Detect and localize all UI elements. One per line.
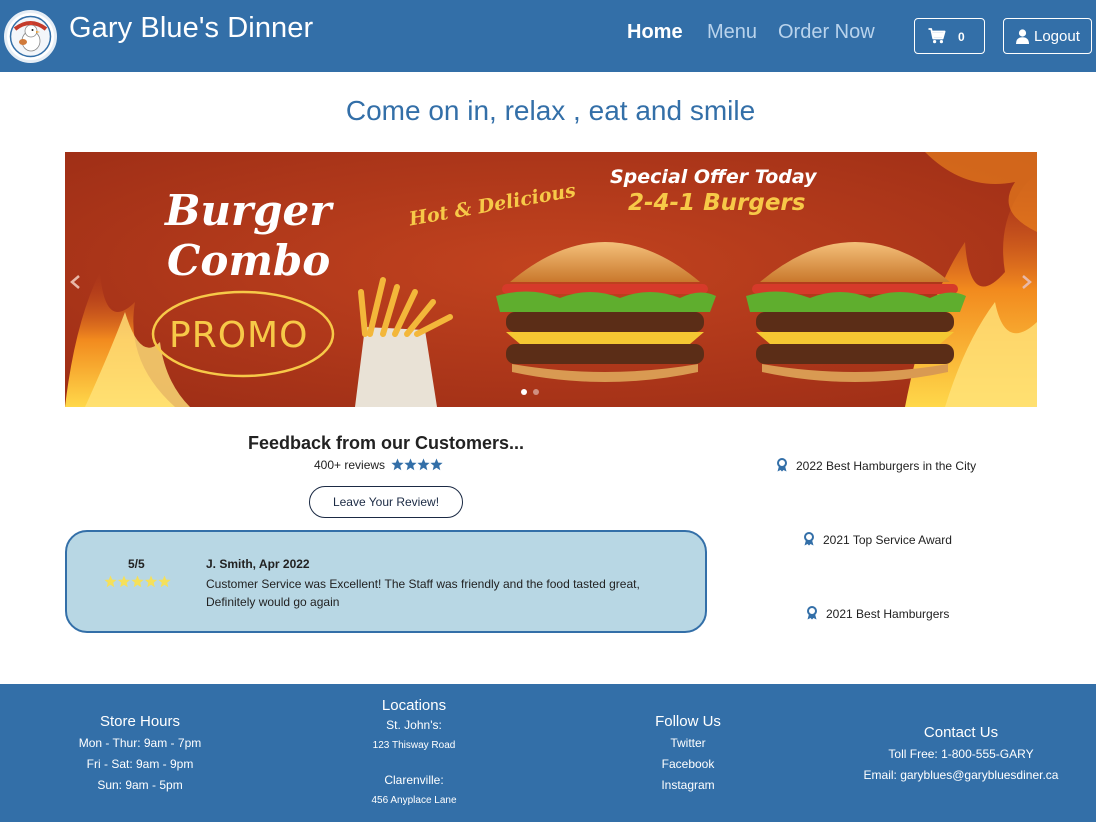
nav-order-now-link[interactable]: Order Now — [778, 21, 875, 44]
carousel-indicator-1[interactable] — [521, 389, 527, 395]
store-hours-line: Fri - Sat: 9am - 9pm — [86, 757, 194, 771]
location-address: 123 Thisway Road — [372, 740, 456, 751]
page-tagline: Come on in, relax , eat and smile — [345, 95, 756, 126]
twitter-link[interactable]: Twitter — [588, 735, 788, 751]
chevron-right-icon — [1022, 275, 1032, 289]
promo-carousel[interactable]: Burger Combo Hot & Delicious Special Off… — [65, 152, 1037, 407]
award-ribbon-icon — [804, 532, 814, 546]
award-label: 2022 Best Hamburgers in the City — [796, 459, 977, 473]
instagram-link[interactable]: Instagram — [588, 777, 788, 793]
review-count: 400+ reviews — [314, 458, 386, 472]
facebook-link[interactable]: Facebook — [588, 756, 788, 772]
cart-button[interactable]: 0 — [914, 18, 985, 54]
review-text: Customer Service was Excellent! The Staf… — [206, 577, 640, 609]
review-author: J. Smith, Apr 2022 — [206, 557, 310, 571]
chevron-left-icon — [70, 275, 80, 289]
brand-logo[interactable] — [4, 10, 57, 63]
leave-review-button[interactable]: Leave Your Review! — [309, 486, 463, 518]
slide-special-offer: Special Offer Today — [610, 166, 817, 188]
follow-us-heading: Follow Us — [655, 713, 721, 730]
award-label: 2021 Top Service Award — [823, 533, 952, 547]
logout-button[interactable]: Logout — [1003, 18, 1092, 54]
contact-email[interactable]: Email: garyblues@garybluesdiner.ca — [836, 767, 1086, 783]
award-ribbon-icon — [807, 606, 817, 620]
footer-locations: Locations St. John's: 123 Thisway Road C… — [314, 698, 514, 807]
review-stars — [104, 575, 172, 593]
carousel-next-button[interactable] — [1016, 272, 1036, 292]
star-rating-icon — [391, 458, 449, 471]
cart-count-badge: 0 — [958, 30, 965, 44]
logout-label: Logout — [1034, 28, 1080, 45]
navbar: Gary Blue's Dinner Home Menu Order Now 0… — [0, 0, 1096, 72]
shopping-cart-icon — [928, 28, 946, 44]
location-city: St. John's: — [386, 718, 442, 732]
brand-title[interactable]: Gary Blue's Dinner — [69, 12, 313, 45]
review-card: 5/5 J. Smith, Apr 2022 Customer Service … — [65, 530, 707, 633]
location-address: 456 Anyplace Lane — [371, 795, 457, 806]
location-city: Clarenville: — [384, 773, 444, 787]
slide-title-line-1: Burger — [165, 186, 332, 235]
average-rating-stars — [391, 458, 455, 476]
slide-promo: PROMO — [169, 315, 309, 356]
slide-deal: 2-4-1 Burgers — [628, 190, 806, 216]
leave-review-label: Leave Your Review! — [332, 495, 440, 509]
nav-menu-link[interactable]: Menu — [707, 21, 757, 44]
store-hours-line: Mon - Thur: 9am - 7pm — [78, 736, 202, 750]
award-label: 2021 Best Hamburgers — [826, 607, 950, 621]
review-score: 5/5 — [128, 557, 145, 571]
carousel-prev-button[interactable] — [66, 272, 86, 292]
store-hours-heading: Store Hours — [99, 713, 181, 730]
locations-heading: Locations — [381, 697, 447, 714]
footer: Store Hours Mon - Thur: 9am - 7pm Fri - … — [0, 684, 1096, 822]
award-ribbon-icon — [777, 458, 787, 472]
star-rating-icon — [104, 575, 171, 588]
footer-follow-us: Follow Us Twitter Facebook Instagram — [588, 714, 788, 793]
feedback-heading: Feedback from our Customers... — [247, 433, 525, 453]
user-icon — [1016, 29, 1029, 44]
chicken-mascot-logo-icon — [9, 15, 52, 58]
slide-title-line-2: Combo — [167, 236, 331, 285]
contact-heading: Contact Us — [923, 724, 999, 741]
contact-phone: Toll Free: 1-800-555-GARY — [888, 747, 1034, 761]
carousel-indicator-2[interactable] — [533, 389, 539, 395]
store-hours-line: Sun: 9am - 5pm — [97, 778, 183, 792]
nav-home-link[interactable]: Home — [627, 21, 683, 44]
footer-contact: Contact Us Toll Free: 1-800-555-GARY Ema… — [836, 725, 1086, 783]
footer-store-hours: Store Hours Mon - Thur: 9am - 7pm Fri - … — [40, 714, 240, 793]
